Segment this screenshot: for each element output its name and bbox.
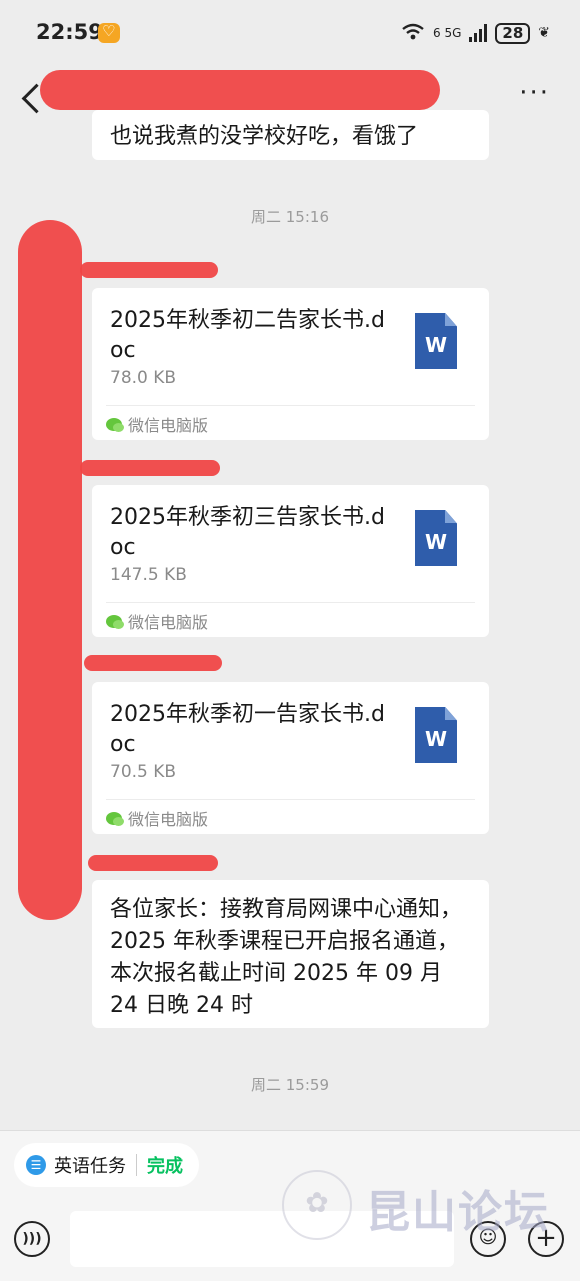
divider	[106, 405, 475, 406]
wechat-icon	[106, 811, 124, 826]
partial-message-text: 也说我煮的没学校好吃，看饿了	[110, 124, 419, 149]
wifi-icon	[401, 23, 425, 44]
file-size: 78.0 KB	[110, 368, 177, 388]
more-actions-button[interactable]: +	[528, 1221, 564, 1257]
word-doc-icon: W	[415, 510, 457, 566]
redaction-sender-name	[84, 655, 222, 671]
emoji-button[interactable]: ☺	[470, 1221, 506, 1257]
redaction-sender-name	[80, 262, 218, 278]
status-time: 22:59	[36, 20, 103, 44]
redaction-avatar	[18, 220, 82, 920]
app-notification-icon	[98, 22, 120, 43]
eco-leaf-icon: ❦	[538, 25, 550, 41]
text-message-bubble[interactable]: 各位家长：接教育局网课中心通知，2025 年秋季课程已开启报名通道，本次报名截止…	[92, 880, 489, 1028]
chip-divider	[136, 1154, 137, 1176]
file-source-label: 微信电脑版	[128, 613, 209, 632]
file-source-label: 微信电脑版	[128, 810, 209, 829]
file-size: 147.5 KB	[110, 565, 187, 585]
chat-timestamp: 周二 15:59	[251, 1076, 329, 1094]
file-source: 微信电脑版	[106, 806, 208, 830]
word-doc-icon: W	[415, 707, 457, 763]
more-options-icon[interactable]: ···	[519, 78, 550, 108]
chat-timestamp: 周二 15:16	[251, 208, 329, 226]
file-name: 2025年秋季初二告家长书.doc	[110, 308, 385, 363]
task-chip[interactable]: ☰ 英语任务 完成	[14, 1143, 199, 1187]
system-icons: 6 5G 28 ❦	[401, 20, 550, 46]
redaction-sender-name	[88, 855, 218, 871]
word-doc-icon: W	[415, 313, 457, 369]
file-source: 微信电脑版	[106, 609, 208, 633]
file-message-card[interactable]: 2025年秋季初三告家长书.doc 147.5 KB W 微信电脑版	[92, 485, 489, 637]
file-message-card[interactable]: 2025年秋季初二告家长书.doc 78.0 KB W 微信电脑版	[92, 288, 489, 440]
divider	[106, 602, 475, 603]
file-source: 微信电脑版	[106, 412, 208, 436]
file-source-label: 微信电脑版	[128, 416, 209, 435]
signal-icon	[469, 24, 488, 42]
message-input[interactable]	[70, 1211, 454, 1267]
text-message-content: 各位家长：接教育局网课中心通知，2025 年秋季课程已开启报名通道，本次报名截止…	[110, 897, 463, 1018]
file-name: 2025年秋季初三告家长书.doc	[110, 505, 385, 560]
wechat-icon	[106, 417, 124, 432]
voice-input-button[interactable]: )))	[14, 1221, 50, 1257]
status-bar: 22:59 6 5G 28 ❦	[0, 0, 580, 64]
chat-input-bar: ☰ 英语任务 完成 ))) ☺ +	[0, 1130, 580, 1281]
redaction-title	[40, 70, 440, 110]
file-name: 2025年秋季初一告家长书.doc	[110, 702, 385, 757]
file-size: 70.5 KB	[110, 762, 177, 782]
task-status: 完成	[147, 1156, 183, 1177]
battery-icon: 28	[495, 22, 531, 44]
network-label: 6 5G	[433, 26, 462, 40]
redaction-sender-name	[80, 460, 220, 476]
divider	[106, 799, 475, 800]
book-icon: ☰	[26, 1155, 46, 1175]
task-label: 英语任务	[54, 1156, 126, 1177]
wechat-icon	[106, 614, 124, 629]
file-message-card[interactable]: 2025年秋季初一告家长书.doc 70.5 KB W 微信电脑版	[92, 682, 489, 834]
